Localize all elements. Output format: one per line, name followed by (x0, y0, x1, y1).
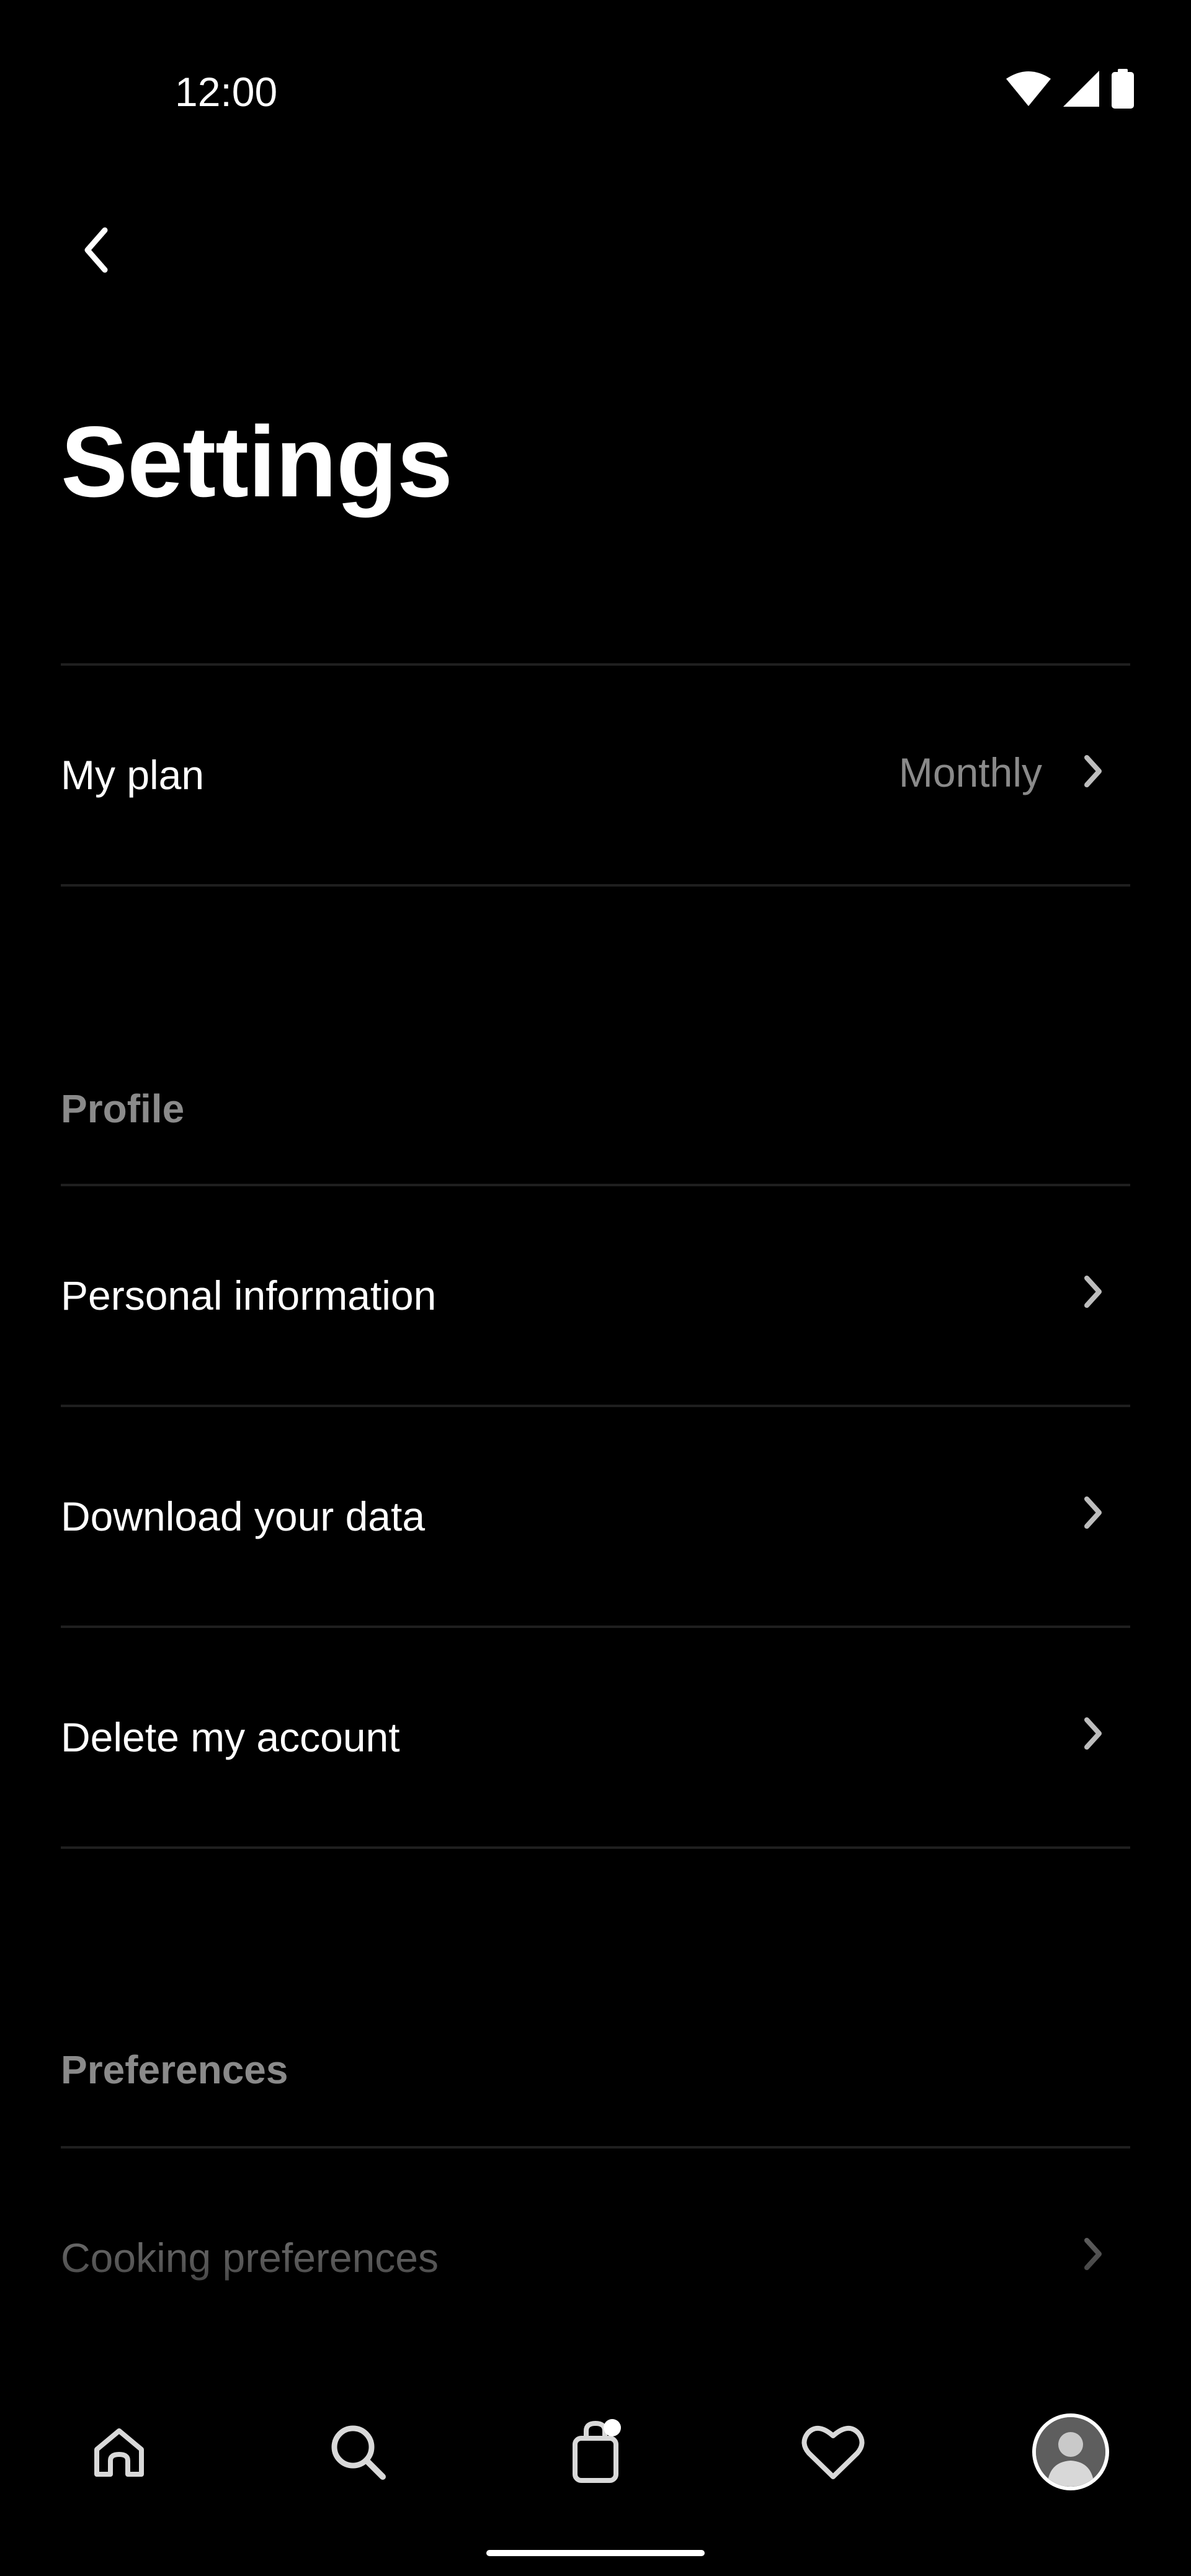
status-icons (1006, 67, 1134, 110)
delete-my-account-label: Delete my account (61, 1714, 400, 1760)
signal-icon (1063, 71, 1099, 107)
avatar (1032, 2413, 1109, 2490)
delete-my-account-row[interactable]: Delete my account (61, 1628, 1130, 1846)
nav-search[interactable] (311, 2405, 404, 2498)
heart-icon (799, 2421, 867, 2483)
my-plan-value: Monthly (898, 749, 1042, 795)
cooking-preferences-label: Cooking preferences (61, 2235, 439, 2281)
chevron-right-icon (1084, 1276, 1102, 1308)
chevron-right-icon (1084, 2238, 1102, 2270)
bottom-nav (0, 2345, 1191, 2576)
status-time: 12:00 (175, 69, 278, 115)
chevron-right-icon (1084, 755, 1102, 787)
chevron-right-icon (1084, 1496, 1102, 1529)
status-bar: 12:00 (0, 0, 1191, 186)
nav-home[interactable] (73, 2405, 166, 2498)
battery-icon (1112, 69, 1134, 109)
section-header-profile: Profile (61, 1086, 185, 1131)
page-title: Settings (61, 406, 453, 518)
nav-cart[interactable] (549, 2405, 642, 2498)
wifi-icon (1006, 71, 1051, 106)
cart-badge (604, 2419, 621, 2436)
home-icon (89, 2422, 149, 2482)
nav-profile[interactable] (1024, 2405, 1117, 2498)
back-button[interactable] (68, 214, 124, 288)
section-header-preferences: Preferences (61, 2047, 288, 2092)
chevron-right-icon (1084, 1717, 1102, 1750)
download-your-data-row[interactable]: Download your data (61, 1407, 1130, 1626)
download-your-data-label: Download your data (61, 1493, 426, 1539)
personal-information-label: Personal information (61, 1272, 437, 1318)
my-plan-row[interactable]: My plan Monthly (61, 666, 1130, 884)
my-plan-label: My plan (61, 752, 205, 798)
cooking-preferences-row[interactable]: Cooking preferences (61, 2149, 1130, 2367)
nav-favorites[interactable] (787, 2405, 880, 2498)
chevron-left-icon (83, 226, 110, 277)
divider (61, 1846, 1130, 1849)
divider (61, 884, 1130, 887)
home-indicator[interactable] (486, 2550, 705, 2556)
search-icon (327, 2421, 389, 2483)
personal-information-row[interactable]: Personal information (61, 1186, 1130, 1405)
